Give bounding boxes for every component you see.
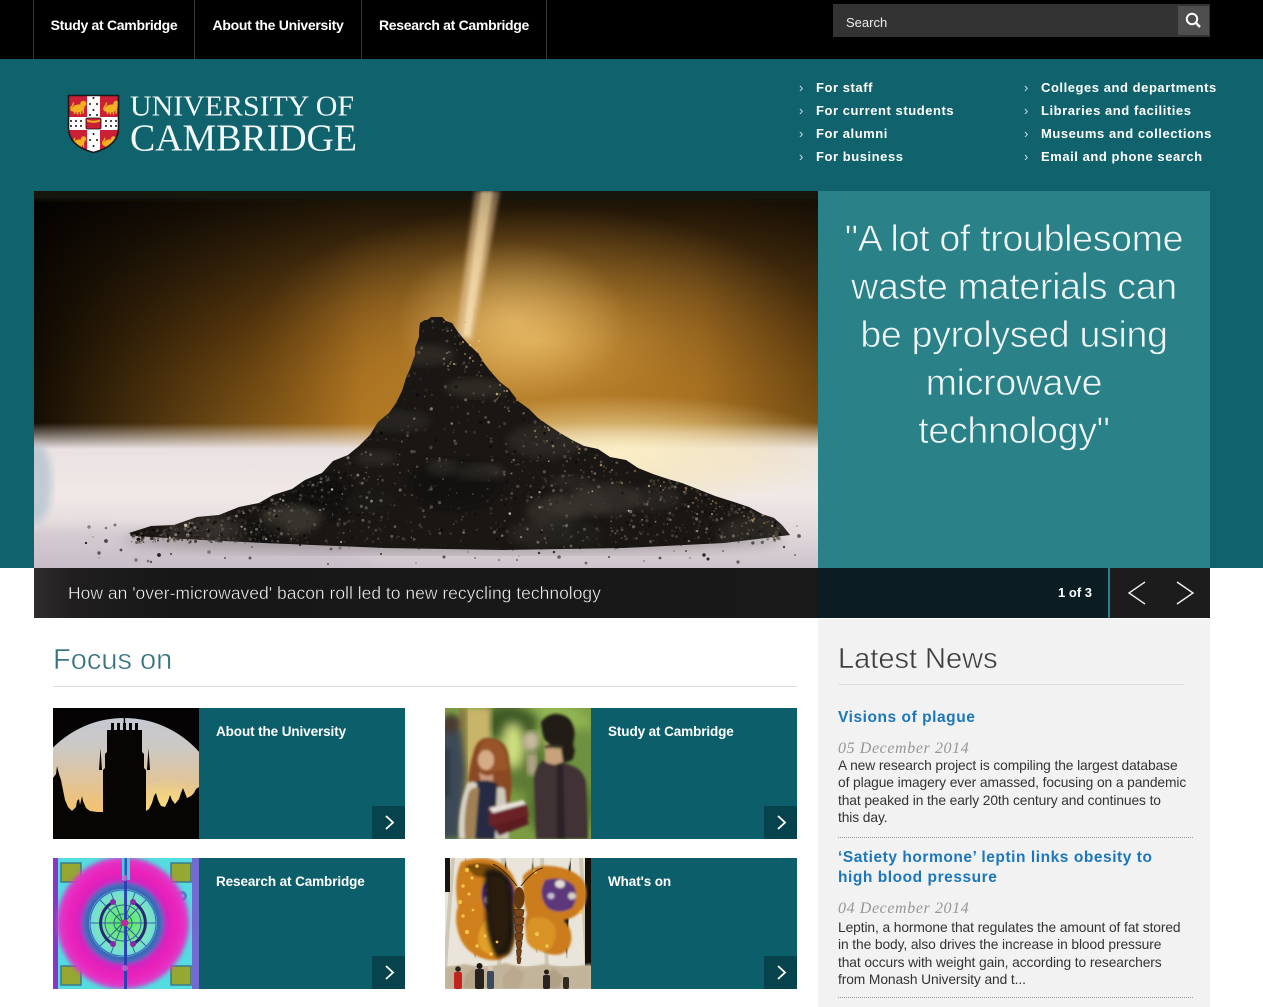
svg-text:CAMBRIDGE: CAMBRIDGE <box>130 118 357 159</box>
